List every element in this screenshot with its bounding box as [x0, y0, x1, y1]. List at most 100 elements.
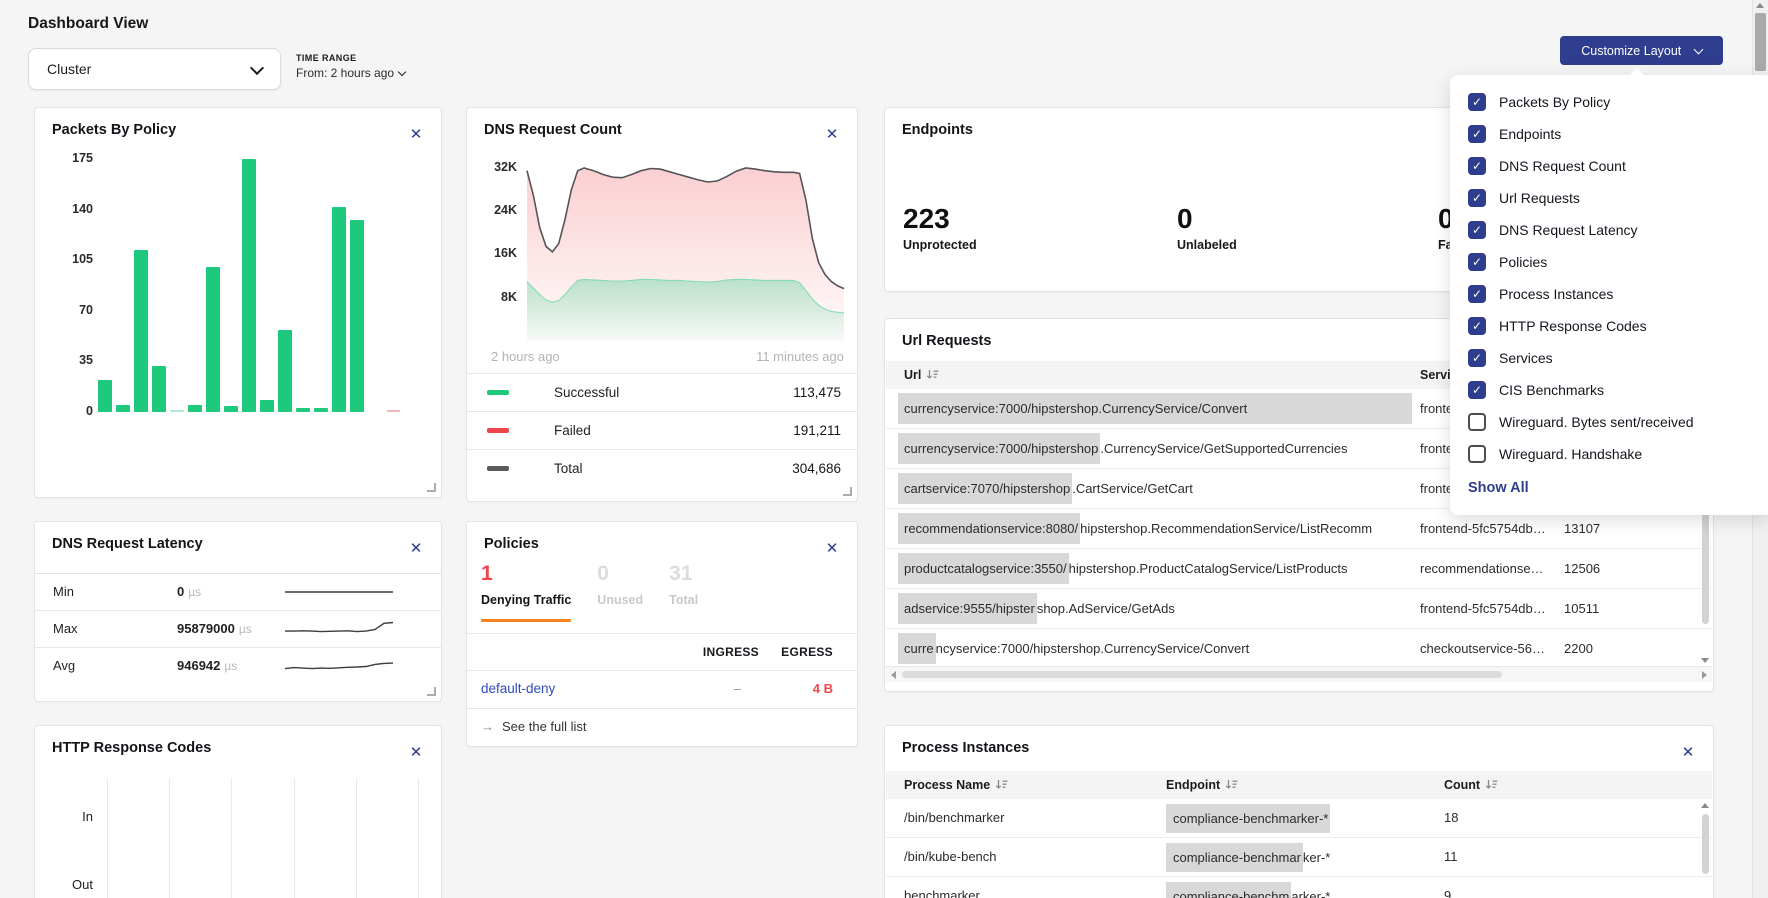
scroll-up-icon[interactable] [1756, 3, 1764, 8]
menu-item-label: Process Instances [1499, 286, 1613, 302]
policies-card: Policies 1Denying Traffic0Unused31Total … [466, 521, 858, 747]
checkbox-checked-icon[interactable]: ✓ [1468, 93, 1486, 111]
checkbox-unchecked-icon[interactable] [1468, 413, 1486, 431]
menu-item-dns-request-count[interactable]: ✓DNS Request Count [1468, 157, 1768, 175]
endpoint-text: ker-* [1303, 850, 1330, 865]
x-axis-label: 2 hours ago [491, 349, 560, 364]
url-text: hipstershop.RecommendationService/ListRe… [1080, 521, 1372, 536]
policies-table-header: INGRESS EGRESS [467, 634, 857, 670]
denied-bar [387, 410, 400, 413]
close-icon[interactable] [408, 541, 424, 557]
menu-item-dns-request-latency[interactable]: ✓DNS Request Latency [1468, 221, 1768, 239]
allowed-bar [314, 408, 328, 412]
endpoint-stat-unlabeled: 0Unlabeled [1177, 203, 1237, 252]
policies-tab-total[interactable]: 31Total [669, 562, 698, 622]
policies-tab-denying-traffic[interactable]: 1Denying Traffic [481, 562, 571, 622]
resize-grip[interactable] [843, 487, 852, 496]
menu-item-packets-by-policy[interactable]: ✓ Packets By Policy [1468, 93, 1768, 111]
view-selector-dropdown[interactable]: Cluster [28, 48, 281, 90]
grid-line [356, 778, 357, 898]
menu-item-process-instances[interactable]: ✓ Process Instances [1468, 285, 1768, 303]
close-icon[interactable] [408, 745, 424, 761]
sort-icon [1485, 779, 1498, 790]
time-range: TIME RANGE From: 2 hours ago [296, 53, 405, 80]
stat-value: 223 [903, 203, 977, 235]
dashboard-view-page: Dashboard View Cluster TIME RANGE From: … [0, 0, 1768, 898]
y-axis-tick: 35 [49, 353, 93, 367]
tab-label: Denying Traffic [481, 593, 571, 607]
scroll-up-icon[interactable] [1701, 803, 1709, 808]
arrow-right-icon: → [481, 719, 494, 734]
menu-item-http-response-codes[interactable]: ✓HTTP Response Codes [1468, 317, 1768, 335]
sparkline [285, 616, 393, 642]
checkbox-checked-icon[interactable]: ✓ [1468, 221, 1486, 239]
checkbox-checked-icon[interactable]: ✓ [1468, 317, 1486, 335]
checkbox-unchecked-icon[interactable] [1468, 445, 1486, 463]
y-axis-tick: 105 [49, 252, 93, 266]
scrollbar-thumb[interactable] [1755, 13, 1766, 71]
menu-item-cis-benchmarks[interactable]: ✓CIS Benchmarks [1468, 381, 1768, 399]
menu-item-wireguard-handshake[interactable]: Wireguard. Handshake [1468, 445, 1768, 463]
table-row: recommendationservice:8080/hipstershop.R… [886, 509, 1712, 549]
resize-grip[interactable] [427, 483, 436, 492]
menu-item-url-requests[interactable]: ✓ Url Requests [1468, 189, 1768, 207]
url-text: hipstershop.ProductCatalogService/ListPr… [1069, 561, 1348, 576]
menu-item-label: Packets By Policy [1499, 94, 1610, 110]
vertical-scrollbar[interactable] [1701, 812, 1710, 898]
close-icon[interactable] [824, 541, 840, 557]
policy-link[interactable]: default-deny [481, 670, 555, 708]
allowed-bar [242, 159, 256, 412]
url-cell: cartservice:7070/hipstershop.CartService… [898, 469, 1412, 508]
endpoint-highlighted-text: compliance-benchmar [1166, 843, 1303, 872]
checkbox-checked-icon[interactable]: ✓ [1468, 285, 1486, 303]
column-header-endpoint[interactable]: Endpoint [1166, 771, 1238, 799]
grid-line [231, 778, 232, 898]
allowed-bar [188, 405, 202, 412]
horizontal-scrollbar[interactable] [886, 666, 1712, 682]
policies-tab-unused[interactable]: 0Unused [597, 562, 643, 622]
card-title: Packets By Policy [52, 122, 176, 138]
latency-row-max: Max95879000µs [35, 610, 441, 647]
scroll-left-icon[interactable] [891, 671, 896, 679]
menu-item-endpoints[interactable]: ✓Endpoints [1468, 125, 1768, 143]
endpoint-cell: compliance-benchmarker-* [1166, 877, 1330, 898]
scroll-right-icon[interactable] [1702, 671, 1707, 679]
table-row: productcatalogservice:3550/hipstershop.P… [886, 549, 1712, 589]
allowed-bar [296, 408, 310, 412]
view-selector-value: Cluster [47, 49, 91, 89]
checkbox-checked-icon[interactable]: ✓ [1468, 125, 1486, 143]
show-all-link[interactable]: Show All [1468, 480, 1768, 496]
column-header-url[interactable]: Url [904, 361, 939, 389]
menu-item-policies[interactable]: ✓Policies [1468, 253, 1768, 271]
stat-label: Unprotected [903, 238, 977, 252]
column-header-count[interactable]: Count [1444, 771, 1498, 799]
customize-layout-label: Customize Layout [1581, 44, 1681, 58]
checkbox-checked-icon[interactable]: ✓ [1468, 349, 1486, 367]
see-full-list-link[interactable]: →See the full list [481, 708, 587, 746]
table-row: adservice:9555/hipstershop.AdService/Get… [886, 589, 1712, 629]
table-row: benchmarkercompliance-benchmarker-*9 [886, 877, 1712, 898]
menu-notch [1630, 68, 1644, 82]
checkbox-checked-icon[interactable]: ✓ [1468, 157, 1486, 175]
customize-layout-button[interactable]: Customize Layout [1560, 36, 1723, 65]
menu-item-label: Url Requests [1499, 190, 1580, 206]
scroll-down-icon[interactable] [1701, 658, 1709, 663]
card-title: Policies [484, 536, 539, 552]
resize-grip[interactable] [427, 687, 436, 696]
checkbox-checked-icon[interactable]: ✓ [1468, 381, 1486, 399]
time-range-label: TIME RANGE [296, 53, 405, 63]
menu-item-wireguard-bytes-sent-received[interactable]: Wireguard. Bytes sent/received [1468, 413, 1768, 431]
menu-item-services[interactable]: ✓Services [1468, 349, 1768, 367]
column-header-process-name[interactable]: Process Name [904, 771, 1008, 799]
latency-value: 946942µs [177, 648, 237, 684]
close-icon[interactable] [408, 127, 424, 143]
url-highlighted-text: currencyservice:7000/hipstershop.Currenc… [898, 393, 1412, 424]
close-icon[interactable] [1680, 745, 1696, 761]
stat-value: 0 [1177, 203, 1237, 235]
legend-row-successful: Successful113,475 [467, 373, 857, 411]
tab-label: Unused [597, 593, 643, 607]
time-range-value[interactable]: From: 2 hours ago [296, 66, 405, 80]
checkbox-checked-icon[interactable]: ✓ [1468, 253, 1486, 271]
policy-row: default-deny – 4 B [467, 670, 857, 708]
checkbox-checked-icon[interactable]: ✓ [1468, 189, 1486, 207]
